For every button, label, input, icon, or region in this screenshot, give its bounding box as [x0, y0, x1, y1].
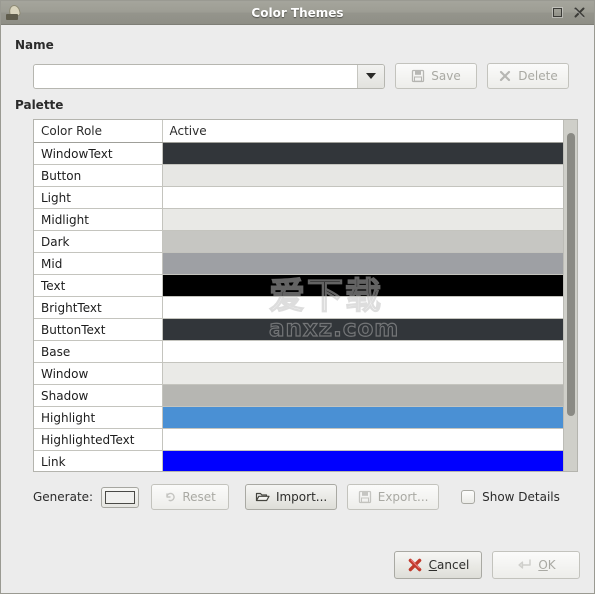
maximize-icon[interactable] [551, 6, 564, 19]
table-row[interactable]: Button [34, 164, 563, 187]
cell-active-color-swatch[interactable] [161, 142, 563, 165]
theme-name-input[interactable] [34, 64, 357, 88]
cell-active-color-swatch[interactable] [161, 450, 563, 471]
floppy-disk-icon [358, 490, 372, 504]
import-button-label: Import... [275, 490, 328, 504]
cell-color-role[interactable]: ButtonText [34, 318, 162, 341]
cell-color-role[interactable]: Base [34, 340, 162, 363]
generate-color-swatch[interactable] [101, 486, 140, 508]
cell-active-color-swatch[interactable] [161, 384, 563, 407]
cell-active-color-swatch[interactable] [161, 318, 563, 341]
cell-active-color-swatch[interactable] [161, 208, 563, 231]
name-section-label: Name [15, 38, 54, 52]
cell-color-role[interactable]: Light [34, 186, 162, 209]
red-x-icon [407, 557, 423, 573]
reset-button[interactable]: Reset [151, 484, 230, 510]
color-themes-dialog: Color Themes Name Save Delete Palette Co… [0, 0, 595, 594]
window-title: Color Themes [251, 5, 344, 20]
table-row[interactable]: Light [34, 186, 563, 209]
window-controls [551, 6, 594, 19]
table-row[interactable]: Dark [34, 230, 563, 253]
save-button-label: Save [431, 69, 461, 83]
table-row[interactable]: Window [34, 362, 563, 385]
theme-name-combobox[interactable] [33, 63, 385, 89]
ok-button-label: OK [538, 558, 555, 572]
cancel-button[interactable]: Cancel [394, 551, 482, 579]
title-bar: Color Themes [1, 1, 594, 25]
delete-button-label: Delete [518, 69, 558, 83]
ok-button[interactable]: OK [492, 551, 580, 579]
cell-active-color-swatch[interactable] [161, 186, 563, 209]
table-row[interactable]: Mid [34, 252, 563, 275]
undo-arrow-icon [164, 491, 176, 503]
close-icon[interactable] [573, 6, 586, 19]
table-row[interactable]: Midlight [34, 208, 563, 231]
cell-color-role[interactable]: Mid [34, 252, 162, 275]
checkbox-box[interactable] [461, 490, 476, 504]
cell-active-color-swatch[interactable] [161, 274, 563, 297]
generate-color-preview [105, 490, 136, 504]
column-header-active[interactable]: Active [162, 120, 563, 143]
cell-color-role[interactable]: HighlightedText [34, 428, 162, 451]
cell-active-color-swatch[interactable] [161, 252, 563, 275]
floppy-disk-icon [411, 69, 425, 83]
palette-table-viewport: Color Role Active WindowText Button Light M… [34, 120, 563, 471]
column-header-color-role[interactable]: Color Role [34, 120, 163, 143]
cell-color-role[interactable]: Highlight [34, 406, 162, 429]
show-details-label: Show Details [482, 490, 560, 504]
palette-scrollbar[interactable] [563, 120, 577, 471]
dialog-footer: Cancel OK [394, 551, 580, 579]
open-folder-icon [255, 490, 270, 504]
ok-accel: O [538, 558, 548, 572]
cell-color-role[interactable]: Button [34, 164, 162, 187]
cancel-accel: C [428, 558, 438, 572]
cell-active-color-swatch[interactable] [161, 428, 563, 451]
palette-section-label: Palette [15, 98, 64, 112]
name-row: Save Delete [15, 63, 580, 89]
delete-x-icon [498, 69, 512, 83]
show-details-checkbox[interactable]: Show Details [461, 490, 560, 504]
table-header-row: Color Role Active [34, 120, 563, 143]
import-button[interactable]: Import... [245, 484, 338, 510]
table-row[interactable]: WindowText [34, 142, 563, 165]
generate-row: Generate: Reset Import... Export... Show… [15, 484, 580, 510]
cell-active-color-swatch[interactable] [161, 406, 563, 429]
table-row[interactable]: HighlightedText [34, 428, 563, 451]
reset-button-label: Reset [182, 490, 216, 504]
table-row[interactable]: Link [34, 450, 563, 471]
cell-color-role[interactable]: Midlight [34, 208, 162, 231]
chevron-down-icon[interactable] [357, 64, 384, 88]
palette-scrollbar-thumb[interactable] [567, 133, 575, 416]
cell-active-color-swatch[interactable] [161, 362, 563, 385]
export-button-label: Export... [377, 490, 429, 504]
gramophone-icon [5, 3, 23, 22]
cancel-rest: ancel [437, 558, 470, 572]
export-button[interactable]: Export... [347, 484, 440, 510]
table-row[interactable]: Highlight [34, 406, 563, 429]
cell-color-role[interactable]: Shadow [34, 384, 162, 407]
cell-active-color-swatch[interactable] [161, 230, 563, 253]
cell-color-role[interactable]: Dark [34, 230, 162, 253]
cell-color-role[interactable]: Text [34, 274, 162, 297]
table-row[interactable]: BrightText [34, 296, 563, 319]
cell-active-color-swatch[interactable] [161, 340, 563, 363]
delete-button[interactable]: Delete [487, 63, 569, 89]
enter-arrow-icon [516, 558, 532, 572]
cell-color-role[interactable]: Link [34, 450, 162, 471]
dialog-body: Name Save Delete Palette Color Role Acti… [1, 25, 594, 593]
generate-label: Generate: [33, 490, 94, 504]
table-row[interactable]: Shadow [34, 384, 563, 407]
cell-color-role[interactable]: BrightText [34, 296, 162, 319]
cell-active-color-swatch[interactable] [161, 164, 563, 187]
table-row[interactable]: Text [34, 274, 563, 297]
ok-rest: K [547, 558, 556, 572]
palette-table: Color Role Active WindowText Button Light M… [33, 119, 578, 472]
table-row[interactable]: ButtonText [34, 318, 563, 341]
cancel-button-label: Cancel [429, 558, 470, 572]
table-row[interactable]: Base [34, 340, 563, 363]
save-button[interactable]: Save [395, 63, 477, 89]
cell-active-color-swatch[interactable] [161, 296, 563, 319]
cell-color-role[interactable]: Window [34, 362, 162, 385]
cell-color-role[interactable]: WindowText [34, 142, 162, 165]
